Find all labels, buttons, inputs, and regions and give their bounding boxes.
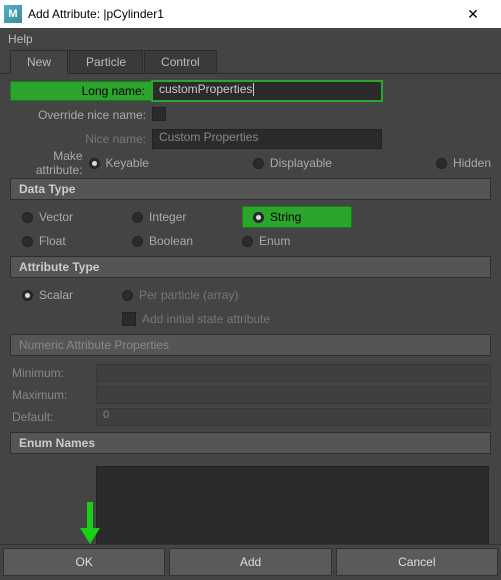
radio-scalar[interactable]: Scalar [22, 288, 122, 302]
radio-icon [436, 158, 447, 169]
override-nice-name-checkbox[interactable] [152, 107, 166, 121]
tab-particle[interactable]: Particle [69, 50, 143, 73]
enum-names-header: Enum Names [10, 432, 491, 454]
radio-per-particle: Per particle (array) [122, 288, 238, 302]
radio-keyable[interactable]: Keyable [89, 156, 149, 170]
menu-help[interactable]: Help [8, 32, 33, 46]
long-name-input[interactable]: customProperties [152, 81, 382, 101]
radio-label: Scalar [39, 288, 73, 302]
default-input: 0 [96, 408, 491, 426]
radio-icon [132, 236, 143, 247]
long-name-label: Long name: [10, 81, 152, 101]
radio-displayable[interactable]: Displayable [253, 156, 332, 170]
tab-control[interactable]: Control [144, 50, 217, 73]
maximum-label: Maximum: [12, 388, 96, 402]
checkbox-add-initial-state: Add initial state attribute [122, 312, 270, 326]
radio-icon [89, 158, 100, 169]
radio-icon [132, 212, 143, 223]
radio-icon [22, 290, 33, 301]
checkbox-label: Add initial state attribute [142, 312, 270, 326]
cancel-button[interactable]: Cancel [336, 548, 498, 576]
numeric-props-header: Numeric Attribute Properties [10, 334, 491, 356]
radio-icon [22, 212, 33, 223]
radio-label: Float [39, 234, 66, 248]
radio-float[interactable]: Float [22, 234, 132, 248]
make-attribute-label: Make attribute: [10, 149, 89, 177]
radio-icon [122, 290, 133, 301]
tab-new[interactable]: New [10, 50, 68, 74]
button-bar: OK Add Cancel [0, 544, 501, 579]
ok-button[interactable]: OK [3, 548, 165, 576]
attribute-type-header: Attribute Type [10, 256, 491, 278]
radio-label: String [270, 210, 301, 224]
maximum-input [96, 386, 491, 404]
radio-vector[interactable]: Vector [22, 206, 132, 228]
nice-name-label: Nice name: [10, 132, 152, 146]
close-button[interactable]: ✕ [453, 0, 493, 28]
data-type-header: Data Type [10, 178, 491, 200]
tabs: New Particle Control [0, 50, 501, 74]
radio-integer[interactable]: Integer [132, 206, 242, 228]
menubar: Help [0, 28, 501, 50]
radio-label: Per particle (array) [139, 288, 238, 302]
radio-label: Boolean [149, 234, 193, 248]
radio-label: Keyable [106, 156, 149, 170]
radio-hidden[interactable]: Hidden [436, 156, 491, 170]
radio-icon [253, 158, 264, 169]
radio-label: Hidden [453, 156, 491, 170]
content: Long name: customProperties Override nic… [0, 74, 501, 580]
radio-icon [22, 236, 33, 247]
radio-enum[interactable]: Enum [242, 234, 352, 248]
titlebar: M Add Attribute: |pCylinder1 ✕ [0, 0, 501, 28]
radio-icon [253, 212, 264, 223]
radio-label: Displayable [270, 156, 332, 170]
enum-names-list [96, 466, 489, 548]
window-title: Add Attribute: |pCylinder1 [28, 7, 453, 21]
override-nice-name-label: Override nice name: [10, 108, 152, 122]
app-icon: M [4, 5, 22, 23]
radio-label: Vector [39, 210, 73, 224]
radio-string[interactable]: String [242, 206, 352, 228]
nice-name-input: Custom Properties [152, 129, 382, 149]
checkbox-icon [122, 312, 136, 326]
add-button[interactable]: Add [169, 548, 331, 576]
radio-icon [242, 236, 253, 247]
radio-boolean[interactable]: Boolean [132, 234, 242, 248]
minimum-input [96, 364, 491, 382]
radio-label: Integer [149, 210, 186, 224]
radio-label: Enum [259, 234, 290, 248]
minimum-label: Minimum: [12, 366, 96, 380]
default-label: Default: [12, 410, 96, 424]
